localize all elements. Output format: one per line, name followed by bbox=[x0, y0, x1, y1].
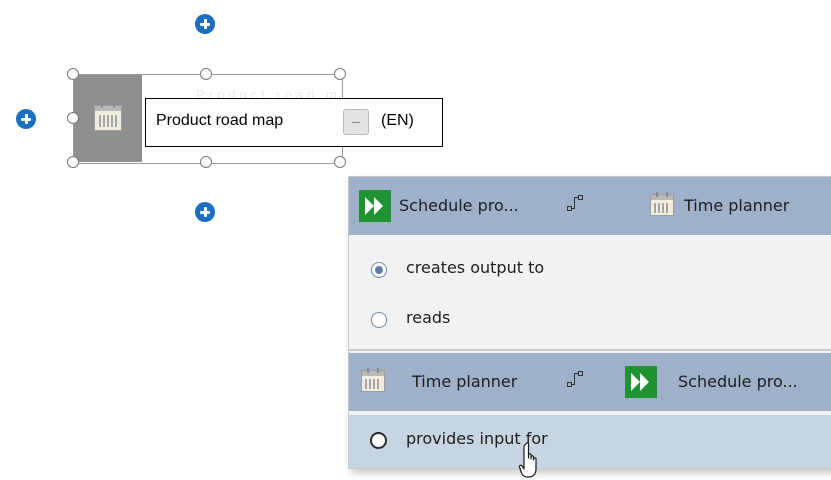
process-step-icon bbox=[359, 190, 391, 222]
resize-handle-bottom-left[interactable] bbox=[67, 156, 79, 168]
process-step-icon bbox=[625, 366, 657, 398]
resize-handle-top-right[interactable] bbox=[334, 68, 346, 80]
option-label: creates output to bbox=[406, 258, 545, 277]
relationship-header-1: Schedule pro... Time planner bbox=[349, 177, 831, 235]
add-connection-top-icon[interactable] bbox=[195, 14, 215, 34]
relationship-option-provides-input-for[interactable]: provides input for bbox=[349, 415, 831, 468]
language-indicator: (EN) bbox=[381, 112, 414, 129]
object-name-text[interactable]: Product road map bbox=[156, 112, 283, 130]
resize-handle-bottom-right[interactable] bbox=[334, 156, 346, 168]
resize-handle-top-left[interactable] bbox=[67, 68, 79, 80]
radio-reads[interactable] bbox=[371, 312, 387, 328]
option-label: reads bbox=[406, 308, 451, 327]
calendar-icon bbox=[650, 192, 674, 216]
calendar-icon bbox=[361, 368, 385, 392]
add-connection-bottom-icon[interactable] bbox=[195, 202, 215, 222]
relationship-source-label: Time planner bbox=[412, 372, 518, 391]
relationship-source-label: Schedule pro... bbox=[399, 196, 519, 215]
calendar-icon bbox=[94, 103, 122, 131]
relationship-header-2: Time planner Schedule pro... bbox=[349, 353, 831, 411]
resize-handle-left[interactable] bbox=[67, 112, 79, 124]
mouse-cursor-icon bbox=[518, 442, 537, 478]
relationship-target-label: Schedule pro... bbox=[678, 372, 798, 391]
radio-creates-output-to[interactable] bbox=[371, 262, 387, 278]
connection-direction-icon bbox=[567, 195, 583, 211]
relationship-popup: Schedule pro... Time planner creates out… bbox=[348, 176, 831, 469]
relationship-option-creates-output-to[interactable]: creates output to bbox=[349, 243, 831, 296]
add-connection-left-icon[interactable] bbox=[16, 109, 36, 129]
relationship-target-label: Time planner bbox=[684, 196, 790, 215]
object-name-editor[interactable]: Product road map (EN) bbox=[145, 98, 443, 147]
resize-handle-bottom[interactable] bbox=[200, 156, 212, 168]
resize-handle-top[interactable] bbox=[200, 68, 212, 80]
connection-direction-icon bbox=[567, 371, 583, 387]
relationship-option-reads[interactable]: reads bbox=[349, 294, 831, 347]
radio-provides-input-for[interactable] bbox=[370, 432, 387, 449]
section-divider bbox=[349, 349, 831, 351]
name-options-button[interactable] bbox=[343, 109, 369, 135]
